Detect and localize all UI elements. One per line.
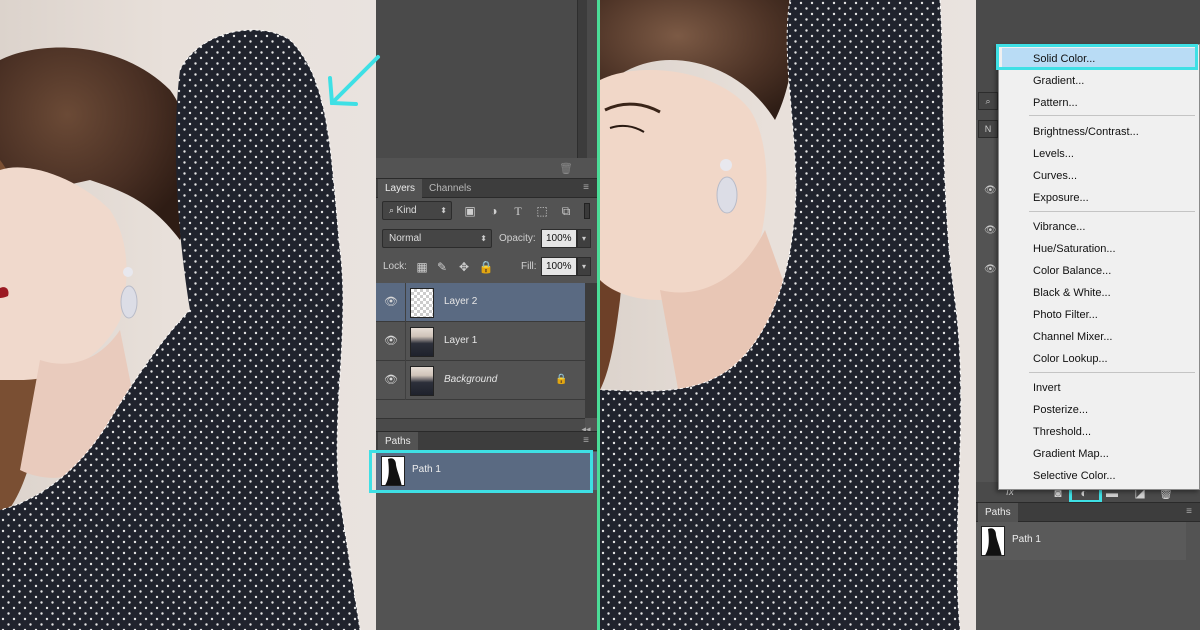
- layers-panel-left: 🗑 Layers Channels ≡ ⌕ Kind ⬍ ▣ ◑ T ⬚ ⧉ N…: [376, 0, 597, 630]
- menu-item-hue-saturation[interactable]: Hue/Saturation...: [1033, 242, 1116, 256]
- smart-object-filter-icon[interactable]: ⧉: [558, 203, 574, 219]
- opacity-label: Opacity:: [499, 233, 536, 244]
- search-icon[interactable]: ⌕: [978, 92, 998, 110]
- paths-tabbar: Paths ≡: [376, 431, 597, 451]
- menu-item-invert[interactable]: Invert: [1033, 381, 1061, 395]
- eye-icon[interactable]: 👁: [384, 334, 398, 348]
- lock-icon: 🔒: [555, 374, 568, 385]
- menu-item-brightness-contrast[interactable]: Brightness/Contrast...: [1033, 125, 1139, 139]
- brush-icon[interactable]: ✎: [434, 259, 450, 275]
- panel-menu-icon[interactable]: ≡: [1182, 506, 1196, 518]
- blend-mode-dropdown[interactable]: N: [978, 120, 998, 138]
- eye-icon[interactable]: 👁: [384, 295, 398, 309]
- menu-separator: [1029, 372, 1195, 373]
- photo-left-illustration: [0, 29, 361, 630]
- updown-icon: ⬍: [480, 234, 487, 243]
- highlight-solid-color-box: [996, 44, 1198, 70]
- eye-icon[interactable]: 👁: [984, 264, 997, 275]
- fill-label: Fill:: [521, 261, 537, 272]
- path-thumbnail: [981, 526, 1005, 556]
- tab-paths[interactable]: Paths: [978, 503, 1018, 522]
- lock-label: Lock:: [383, 261, 407, 272]
- menu-item-photo-filter[interactable]: Photo Filter...: [1033, 308, 1098, 322]
- menu-item-levels[interactable]: Levels...: [1033, 147, 1074, 161]
- filter-kind-dropdown[interactable]: ⌕ Kind ⬍: [382, 201, 452, 220]
- lock-icon[interactable]: 🔒: [478, 259, 494, 275]
- layers-tabbar: Layers Channels ≡: [376, 178, 597, 198]
- menu-separator: [1029, 211, 1195, 212]
- layer-row-layer-1[interactable]: 👁 Layer 1: [376, 322, 585, 361]
- path-row-path-1-right[interactable]: Path 1: [976, 522, 1186, 560]
- menu-item-color-lookup[interactable]: Color Lookup...: [1033, 352, 1108, 366]
- panel-menu-icon[interactable]: ≡: [579, 435, 593, 447]
- photo-right-illustration: [600, 0, 962, 630]
- paths-tabbar-right: Paths ≡: [976, 502, 1200, 522]
- filter-toggle[interactable]: [584, 203, 590, 219]
- menu-item-pattern[interactable]: Pattern...: [1033, 96, 1078, 110]
- panel-empty-area: [376, 0, 597, 158]
- shape-filter-icon[interactable]: ⬚: [534, 203, 550, 219]
- layer-name[interactable]: Background: [444, 373, 497, 387]
- canvas-left[interactable]: [0, 0, 376, 630]
- search-icon: ⌕: [389, 205, 397, 215]
- menu-item-threshold[interactable]: Threshold...: [1033, 425, 1091, 439]
- eye-icon[interactable]: 👁: [984, 225, 997, 236]
- blend-mode-dropdown[interactable]: Normal ⬍: [382, 229, 492, 248]
- menu-item-curves[interactable]: Curves...: [1033, 169, 1077, 183]
- canvas-right[interactable]: [600, 0, 976, 630]
- layer-name[interactable]: Layer 1: [444, 334, 477, 348]
- menu-item-vibrance[interactable]: Vibrance...: [1033, 220, 1085, 234]
- layer-thumbnail: [410, 288, 434, 318]
- type-filter-icon[interactable]: T: [510, 203, 526, 219]
- tab-layers[interactable]: Layers: [378, 179, 423, 198]
- layer-thumbnail: [410, 327, 434, 357]
- layer-thumbnail: [410, 366, 434, 396]
- menu-item-posterize[interactable]: Posterize...: [1033, 403, 1088, 417]
- filter-kind-label: Kind: [396, 205, 417, 216]
- layers-scrollbar[interactable]: [585, 283, 597, 418]
- menu-item-black-white[interactable]: Black & White...: [1033, 286, 1111, 300]
- fill-dropdown-arrow[interactable]: ▾: [577, 257, 591, 276]
- layer-name[interactable]: Layer 2: [444, 295, 477, 309]
- tab-paths[interactable]: Paths: [378, 432, 418, 451]
- blend-mode-label: Normal: [389, 233, 422, 244]
- eye-icon[interactable]: 👁: [384, 373, 398, 387]
- path-name[interactable]: Path 1: [1012, 534, 1041, 545]
- menu-item-exposure[interactable]: Exposure...: [1033, 191, 1089, 205]
- layer-row-background[interactable]: 👁 Background 🔒: [376, 361, 585, 400]
- pixel-filter-icon[interactable]: ▣: [462, 203, 478, 219]
- blend-row: Normal ⬍ Opacity: 100% ▾: [376, 228, 597, 254]
- panel-menu-icon[interactable]: ≡: [579, 182, 593, 194]
- fill-field[interactable]: 100%: [541, 257, 577, 276]
- layer-row-layer-2[interactable]: 👁 Layer 2: [376, 283, 585, 322]
- updown-icon: ⬍: [440, 206, 447, 215]
- lock-row: Lock: ▦ ✎ ✥ 🔒 Fill: 100% ▾: [376, 256, 597, 282]
- menu-item-gradient[interactable]: Gradient...: [1033, 74, 1084, 88]
- menu-item-color-balance[interactable]: Color Balance...: [1033, 264, 1111, 278]
- menu-separator: [1029, 115, 1195, 116]
- eye-icon[interactable]: 👁: [984, 185, 997, 196]
- scrollbar[interactable]: [577, 0, 587, 158]
- highlight-path-row-box: [369, 450, 593, 493]
- opacity-field[interactable]: 100%: [541, 229, 577, 248]
- menu-item-channel-mixer[interactable]: Channel Mixer...: [1033, 330, 1112, 344]
- adjustment-layer-menu: Solid Color... Gradient... Pattern... Brigh…: [998, 44, 1200, 490]
- adjustment-filter-icon[interactable]: ◑: [486, 203, 502, 219]
- trash-icon[interactable]: 🗑: [559, 163, 573, 175]
- menu-item-gradient-map[interactable]: Gradient Map...: [1033, 447, 1109, 461]
- tab-channels[interactable]: Channels: [422, 179, 478, 198]
- checker-lock-icon[interactable]: ▦: [414, 259, 430, 275]
- move-icon[interactable]: ✥: [456, 259, 472, 275]
- menu-item-selective-color[interactable]: Selective Color...: [1033, 469, 1116, 483]
- opacity-dropdown-arrow[interactable]: ▾: [577, 229, 591, 248]
- filter-row: ⌕ Kind ⬍ ▣ ◑ T ⬚ ⧉: [376, 200, 597, 226]
